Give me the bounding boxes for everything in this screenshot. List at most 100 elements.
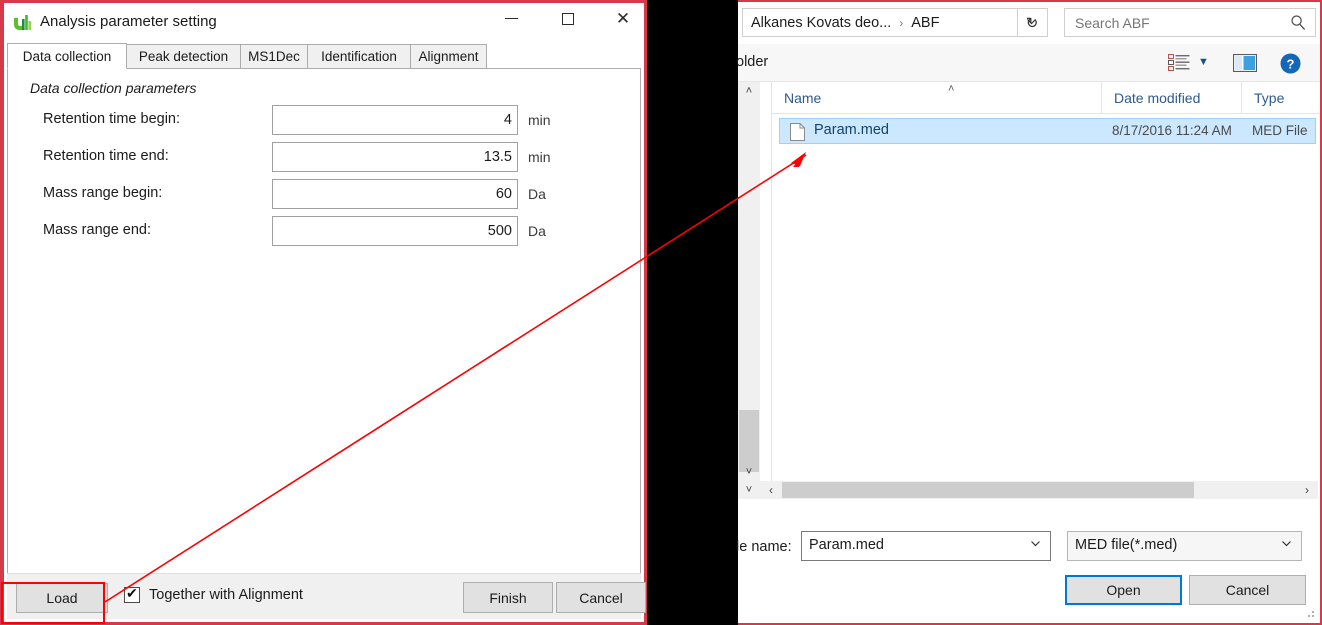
tab-peak-detection[interactable]: Peak detection — [126, 44, 241, 69]
scroll-up-arrow-icon[interactable]: ˄ — [738, 82, 760, 100]
param-footer-bar: Load Together with Alignment Finish Canc… — [7, 573, 646, 619]
retention-time-begin-input[interactable] — [272, 105, 518, 135]
field-row-retention-time-begin: Retention time begin: min — [8, 105, 640, 135]
document-file-icon — [790, 123, 805, 141]
open-button[interactable]: Open — [1065, 575, 1182, 605]
file-dialog-bottom-panel: le name: Param.med MED file(*.med) Open … — [736, 499, 1320, 623]
column-header-label: Name — [784, 89, 822, 106]
cancel-button-label: Cancel — [579, 589, 623, 606]
field-label: Mass range end: — [43, 222, 152, 238]
finish-button[interactable]: Finish — [463, 582, 553, 613]
view-list-icon[interactable] — [1168, 54, 1190, 72]
column-header-date-modified[interactable]: Date modified — [1102, 82, 1242, 113]
field-label: Mass range begin: — [43, 185, 163, 201]
horizontal-scrollbar-thumb[interactable] — [782, 482, 1194, 498]
open-file-dialog: Alkanes Kovats deo... › ABF ↻ older — [736, 0, 1322, 625]
close-icon: ✕ — [615, 9, 631, 28]
breadcrumb[interactable]: Alkanes Kovats deo... › ABF — [742, 8, 1048, 37]
column-header-name[interactable]: Name ˄ — [772, 82, 1102, 113]
refresh-icon: ↻ — [1025, 14, 1039, 32]
minimize-button[interactable] — [488, 3, 534, 34]
maximize-button[interactable] — [545, 3, 591, 34]
new-folder-button[interactable]: older — [736, 54, 768, 70]
screenshot-root: Analysis parameter setting ✕ Data collec… — [0, 0, 1322, 625]
nav-scroll-down-corner-icon[interactable]: ˅ — [738, 481, 760, 499]
file-type-cell: MED File — [1252, 123, 1308, 138]
search-icon — [1291, 15, 1306, 30]
finish-button-label: Finish — [489, 589, 527, 606]
tab-label: Data collection — [22, 48, 112, 64]
file-name-value: Param.med — [809, 537, 884, 553]
field-row-retention-time-end: Retention time end: min — [8, 142, 640, 172]
retention-time-end-input[interactable] — [272, 142, 518, 172]
together-with-alignment-checkbox[interactable]: Together with Alignment — [124, 585, 303, 603]
load-button[interactable]: Load — [16, 583, 108, 613]
open-button-label: Open — [1106, 582, 1141, 598]
file-name-combobox[interactable]: Param.med — [801, 531, 1051, 561]
section-heading: Data collection parameters — [30, 80, 197, 96]
mass-range-begin-input[interactable] — [272, 179, 518, 209]
navigation-pane-gap — [760, 82, 771, 481]
param-form-body: Data collection parameters Retention tim… — [7, 69, 641, 573]
list-item[interactable]: Param.med 8/17/2016 11:24 AM MED File — [779, 118, 1316, 144]
search-box[interactable] — [1064, 8, 1316, 37]
mass-range-end-input[interactable] — [272, 216, 518, 246]
navigation-pane-scrollbar[interactable]: ˄ ˅ — [738, 82, 760, 481]
file-type-filter-combobox[interactable]: MED file(*.med) — [1067, 531, 1302, 561]
load-button-label: Load — [46, 590, 78, 606]
field-unit: min — [528, 149, 551, 165]
scroll-left-arrow-icon[interactable]: ‹ — [762, 481, 780, 499]
chevron-down-icon[interactable] — [1280, 537, 1293, 550]
cancel-button[interactable]: Cancel — [1189, 575, 1306, 605]
file-list: Name ˄ Date modified Type Param.med 8/17… — [771, 82, 1320, 481]
file-type-filter-value: MED file(*.med) — [1075, 537, 1178, 553]
tab-label: MS1Dec — [248, 49, 300, 64]
tab-ms1dec[interactable]: MS1Dec — [240, 44, 308, 69]
column-header-type[interactable]: Type — [1242, 82, 1322, 113]
svg-text:?: ? — [1287, 56, 1295, 71]
field-label: Retention time begin: — [43, 111, 181, 127]
column-header-label: Type — [1254, 89, 1285, 106]
sort-ascending-icon: ˄ — [948, 83, 955, 95]
address-bar: Alkanes Kovats deo... › ABF ↻ — [738, 2, 1320, 44]
tab-data-collection[interactable]: Data collection — [7, 43, 127, 69]
resize-grip-icon[interactable] — [1304, 607, 1316, 619]
cancel-button-label: Cancel — [1225, 582, 1270, 598]
column-header-label: Date modified — [1114, 89, 1201, 106]
file-dialog-toolbar: older ▼ ? — [736, 44, 1320, 82]
checkbox-label: Together with Alignment — [149, 587, 303, 603]
close-button[interactable]: ✕ — [600, 3, 646, 34]
field-unit: Da — [528, 186, 546, 202]
column-header-row: Name ˄ Date modified Type — [772, 82, 1320, 114]
breadcrumb-current[interactable]: ABF — [911, 15, 939, 31]
scroll-down-arrow-icon[interactable]: ˅ — [738, 463, 760, 481]
ms-dial-chart-icon — [13, 12, 33, 32]
breadcrumb-parent[interactable]: Alkanes Kovats deo... — [751, 15, 891, 31]
preview-pane-icon[interactable] — [1233, 54, 1257, 72]
tab-alignment[interactable]: Alignment — [410, 44, 487, 69]
window-title: Analysis parameter setting — [40, 13, 217, 30]
refresh-button[interactable]: ↻ — [1017, 8, 1046, 37]
help-icon[interactable]: ? — [1280, 53, 1301, 74]
field-unit: min — [528, 112, 551, 128]
tab-label: Alignment — [418, 49, 479, 64]
file-date-modified-cell: 8/17/2016 11:24 AM — [1112, 123, 1232, 138]
field-row-mass-range-end: Mass range end: Da — [8, 216, 640, 246]
tab-identification[interactable]: Identification — [307, 44, 411, 69]
search-input[interactable] — [1073, 9, 1283, 36]
chevron-down-icon[interactable] — [1029, 537, 1042, 550]
field-unit: Da — [528, 223, 546, 239]
checkbox-checked-icon — [124, 585, 140, 603]
analysis-parameter-setting-window: Analysis parameter setting ✕ Data collec… — [0, 0, 647, 625]
horizontal-scrollbar[interactable]: ‹ › — [760, 481, 1318, 499]
tab-label: Peak detection — [138, 49, 229, 64]
field-label: Retention time end: — [43, 148, 169, 164]
field-row-mass-range-begin: Mass range begin: Da — [8, 179, 640, 209]
file-name-label: le name: — [736, 539, 792, 555]
param-tab-bar: Data collection Peak detection MS1Dec Id… — [7, 43, 641, 69]
scroll-right-arrow-icon[interactable]: › — [1298, 481, 1316, 499]
view-options-chevron-down-icon[interactable]: ▼ — [1198, 56, 1209, 68]
cancel-button[interactable]: Cancel — [556, 582, 646, 613]
breadcrumb-separator: › — [899, 15, 904, 30]
tab-label: Identification — [321, 49, 397, 64]
